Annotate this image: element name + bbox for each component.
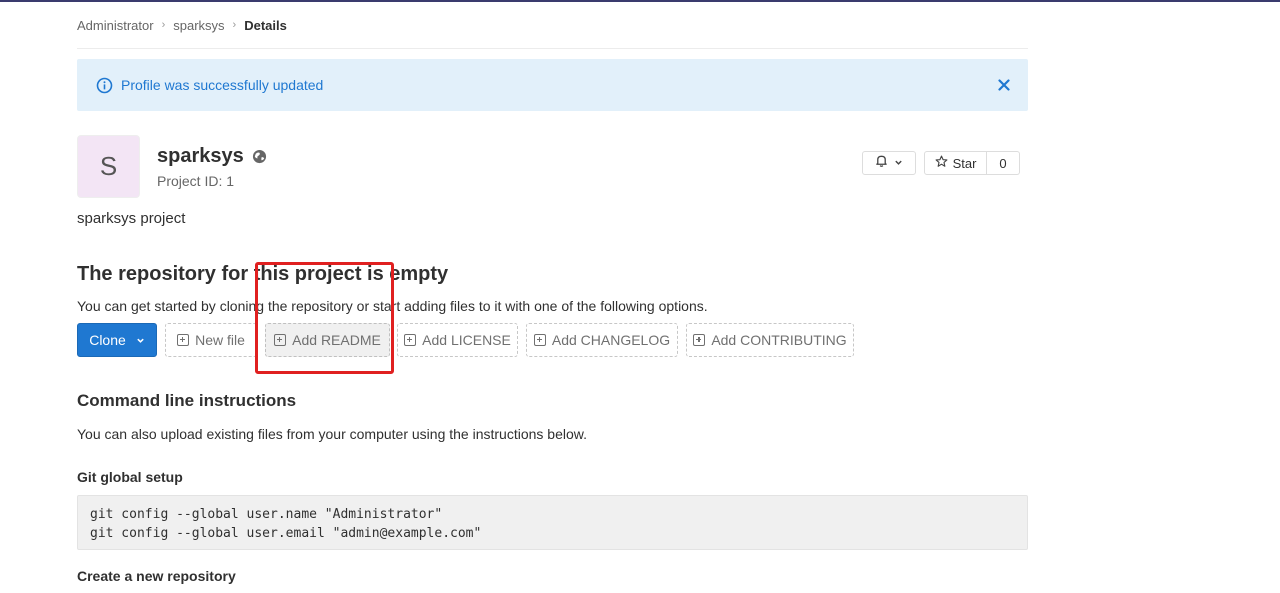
plus-square-icon — [177, 334, 190, 346]
plus-square-icon — [404, 334, 417, 346]
code-line: git config --global user.email "admin@ex… — [90, 526, 482, 541]
git-setup-title: Git global setup — [77, 469, 183, 485]
info-icon — [96, 77, 113, 94]
breadcrumb: Administrator › sparksys › Details — [77, 18, 1028, 49]
breadcrumb-administrator[interactable]: Administrator — [77, 18, 154, 33]
breadcrumb-separator: › — [232, 19, 237, 31]
chevron-down-icon — [136, 332, 145, 348]
plus-square-icon — [533, 334, 546, 346]
notification-dropdown-button[interactable] — [862, 151, 916, 175]
project-id: Project ID: 1 — [157, 173, 235, 189]
plus-square-icon — [693, 334, 706, 346]
star-count[interactable]: 0 — [987, 151, 1020, 175]
add-license-button[interactable]: Add LICENSE — [397, 323, 518, 357]
add-readme-button[interactable]: Add README — [265, 323, 390, 357]
project-description: sparksys project — [77, 210, 186, 227]
star-label: Star — [952, 155, 977, 171]
clone-dropdown-button[interactable]: Clone — [77, 323, 157, 357]
alert-message: Profile was successfully updated — [121, 77, 324, 93]
new-file-button[interactable]: New file — [165, 323, 257, 357]
new-file-label: New file — [195, 332, 245, 348]
star-icon — [935, 155, 948, 171]
breadcrumb-sparksys[interactable]: sparksys — [173, 18, 224, 33]
top-border — [0, 0, 1280, 2]
star-button[interactable]: Star — [924, 151, 987, 175]
star-group: Star 0 — [924, 151, 1020, 175]
add-contributing-label: Add CONTRIBUTING — [711, 332, 847, 348]
code-line: git config --global user.name "Administr… — [90, 507, 443, 522]
empty-repo-text: You can get started by cloning the repos… — [77, 298, 708, 314]
git-setup-code[interactable]: git config --global user.name "Administr… — [77, 495, 1028, 550]
project-name[interactable]: sparksys — [157, 145, 244, 168]
add-changelog-button[interactable]: Add CHANGELOG — [526, 323, 678, 357]
bell-icon — [875, 154, 888, 172]
chevron-down-icon — [894, 154, 903, 172]
empty-repo-title: The repository for this project is empty — [77, 263, 449, 285]
add-license-label: Add LICENSE — [422, 332, 511, 348]
cli-text: You can also upload existing files from … — [77, 426, 587, 442]
plus-square-icon — [274, 334, 287, 346]
flash-alert: Profile was successfully updated — [77, 59, 1028, 111]
clone-label: Clone — [89, 332, 126, 348]
cli-title: Command line instructions — [77, 391, 297, 410]
breadcrumb-current[interactable]: Details — [244, 18, 287, 33]
close-icon[interactable] — [996, 77, 1012, 93]
new-repo-title: Create a new repository — [77, 568, 236, 584]
breadcrumb-separator: › — [161, 19, 166, 31]
project-title: sparksys — [157, 145, 267, 168]
add-contributing-button[interactable]: Add CONTRIBUTING — [686, 323, 854, 357]
add-changelog-label: Add CHANGELOG — [551, 332, 671, 348]
add-readme-label: Add README — [292, 332, 381, 348]
globe-icon — [252, 149, 267, 164]
project-avatar: S — [77, 135, 140, 198]
